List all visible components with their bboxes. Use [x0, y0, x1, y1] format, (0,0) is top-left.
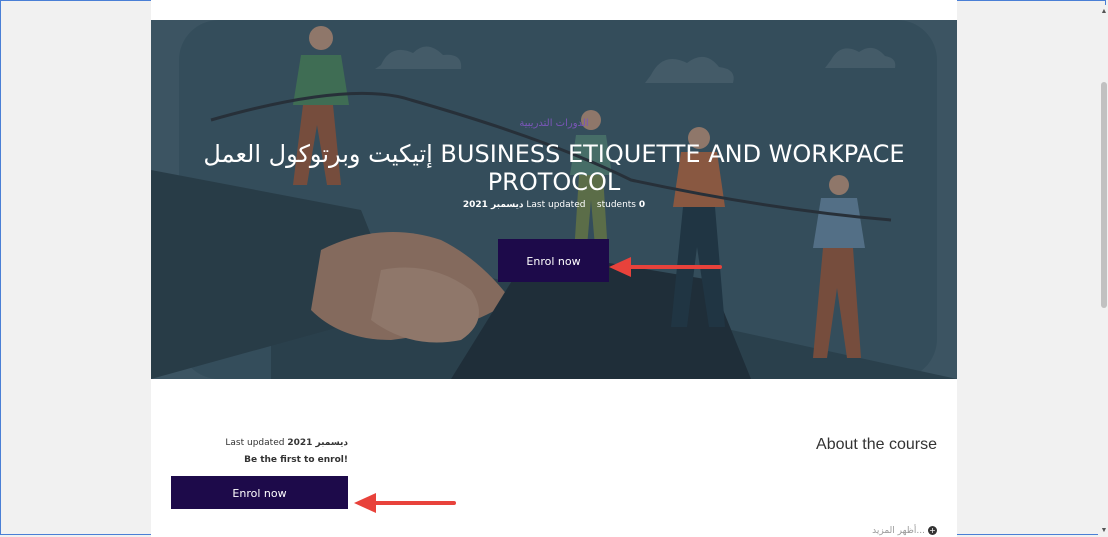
side-enrol-button[interactable]: Enrol now — [171, 476, 348, 509]
annotation-arrow-side — [354, 493, 456, 513]
be-first-to-enrol: Be the first to enrol! — [244, 455, 348, 465]
course-category[interactable]: الدورات التدريبية — [151, 118, 957, 129]
hero-enrol-button[interactable]: Enrol now — [498, 239, 609, 282]
show-more-link[interactable]: أظهر المزيد... + — [830, 526, 937, 536]
meta-updated-label: Last updated — [526, 200, 586, 210]
plus-icon: + — [928, 526, 937, 535]
scroll-down-icon[interactable]: ▼ — [1100, 527, 1108, 535]
side-updated-value: ديسمبر 2021 — [287, 438, 348, 448]
top-strip — [151, 0, 957, 8]
scrollbar-thumb[interactable] — [1101, 82, 1107, 308]
meta-students-count: 0 — [638, 200, 646, 210]
meta-updated-value: ديسمبر 2021 — [462, 200, 524, 210]
course-meta: ديسمبر 2021 Last updated students 0 — [151, 200, 957, 210]
scroll-up-icon[interactable]: ▲ — [1100, 8, 1108, 16]
meta-students-label: students — [596, 200, 636, 210]
annotation-arrow-hero — [609, 257, 722, 277]
show-more-label: أظهر المزيد... — [872, 526, 925, 536]
about-heading: About the course — [816, 436, 937, 453]
side-updated-label: Last updated — [225, 438, 285, 448]
course-title: إتيكيت وبرتوكول العمل BUSINESS ETIQUETTE… — [203, 140, 905, 196]
side-last-updated: Last updated ديسمبر 2021 — [171, 438, 348, 448]
course-hero: الدورات التدريبية إتيكيت وبرتوكول العمل … — [151, 20, 957, 379]
